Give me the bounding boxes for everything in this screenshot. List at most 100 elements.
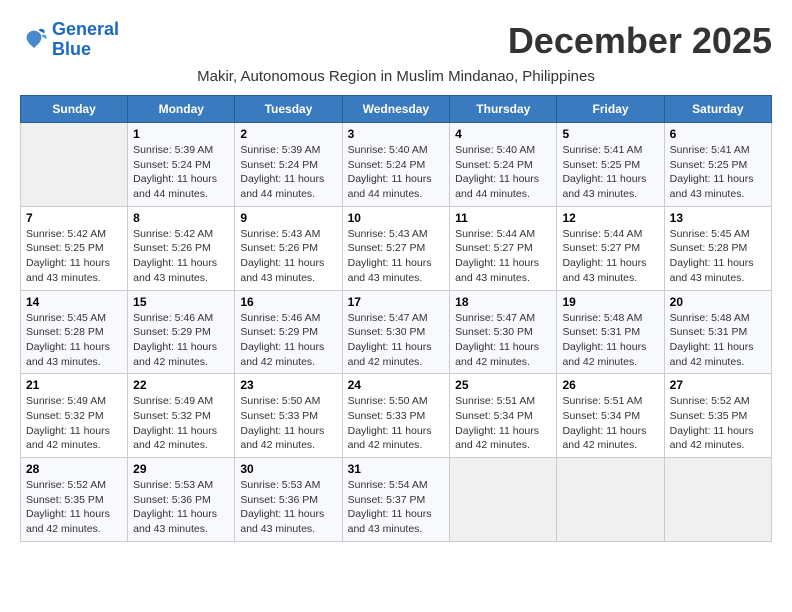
calendar-cell: 26Sunrise: 5:51 AMSunset: 5:34 PMDayligh… <box>557 374 664 458</box>
day-info: Sunrise: 5:50 AMSunset: 5:33 PMDaylight:… <box>348 394 445 453</box>
calendar-cell: 7Sunrise: 5:42 AMSunset: 5:25 PMDaylight… <box>21 206 128 290</box>
day-info: Sunrise: 5:44 AMSunset: 5:27 PMDaylight:… <box>562 227 658 286</box>
logo: General Blue <box>20 20 119 60</box>
day-info: Sunrise: 5:48 AMSunset: 5:31 PMDaylight:… <box>670 311 766 370</box>
calendar-cell: 18 Sunrise: 5:47 AMSunset: 5:30 PMDayligh… <box>450 290 557 374</box>
calendar-week-4: 21Sunrise: 5:49 AMSunset: 5:32 PMDayligh… <box>21 374 772 458</box>
calendar-cell: 16 Sunrise: 5:46 AMSunset: 5:29 PMDayligh… <box>235 290 342 374</box>
day-info: Sunrise: 5:53 AMSunset: 5:36 PMDaylight:… <box>133 478 229 537</box>
day-info: Sunrise: 5:42 AMSunset: 5:26 PMDaylight:… <box>133 227 229 286</box>
calendar-week-5: 28 Sunrise: 5:52 AMSunset: 5:35 PMDayligh… <box>21 458 772 542</box>
calendar-cell: 23 Sunrise: 5:50 AMSunset: 5:33 PMDayligh… <box>235 374 342 458</box>
calendar-cell: 27Sunrise: 5:52 AMSunset: 5:35 PMDayligh… <box>664 374 771 458</box>
calendar-cell: 14 Sunrise: 5:45 AMSunset: 5:28 PMDayligh… <box>21 290 128 374</box>
day-info: Sunrise: 5:47 AMSunset: 5:30 PMDaylight:… <box>348 311 445 370</box>
day-number: 19 <box>562 295 658 309</box>
calendar-cell: 12Sunrise: 5:44 AMSunset: 5:27 PMDayligh… <box>557 206 664 290</box>
header-day-saturday: Saturday <box>664 96 771 123</box>
day-number: 29 <box>133 462 229 476</box>
day-info: Sunrise: 5:52 AMSunset: 5:35 PMDaylight:… <box>26 478 122 537</box>
calendar-week-1: 1 Sunrise: 5:39 AMSunset: 5:24 PMDaylight… <box>21 123 772 207</box>
calendar-body: 1 Sunrise: 5:39 AMSunset: 5:24 PMDaylight… <box>21 123 772 542</box>
calendar-cell <box>664 458 771 542</box>
day-info: Sunrise: 5:50 AMSunset: 5:33 PMDaylight:… <box>240 394 336 453</box>
calendar-cell: 30Sunrise: 5:53 AMSunset: 5:36 PMDayligh… <box>235 458 342 542</box>
calendar-cell: 4 Sunrise: 5:40 AMSunset: 5:24 PMDaylight… <box>450 123 557 207</box>
header-day-tuesday: Tuesday <box>235 96 342 123</box>
calendar-week-3: 14 Sunrise: 5:45 AMSunset: 5:28 PMDayligh… <box>21 290 772 374</box>
day-info: Sunrise: 5:45 AMSunset: 5:28 PMDaylight:… <box>670 227 766 286</box>
day-info: Sunrise: 5:44 AMSunset: 5:27 PMDaylight:… <box>455 227 551 286</box>
day-info: Sunrise: 5:47 AMSunset: 5:30 PMDaylight:… <box>455 311 551 370</box>
day-number: 3 <box>348 127 445 141</box>
calendar-cell: 24 Sunrise: 5:50 AMSunset: 5:33 PMDayligh… <box>342 374 450 458</box>
calendar-cell: 28 Sunrise: 5:52 AMSunset: 5:35 PMDayligh… <box>21 458 128 542</box>
day-number: 1 <box>133 127 229 141</box>
day-number: 9 <box>240 211 336 225</box>
day-number: 2 <box>240 127 336 141</box>
header-day-thursday: Thursday <box>450 96 557 123</box>
day-number: 27 <box>670 378 766 392</box>
day-number: 5 <box>562 127 658 141</box>
day-number: 16 <box>240 295 336 309</box>
day-number: 6 <box>670 127 766 141</box>
day-number: 8 <box>133 211 229 225</box>
day-info: Sunrise: 5:49 AMSunset: 5:32 PMDaylight:… <box>26 394 122 453</box>
day-info: Sunrise: 5:51 AMSunset: 5:34 PMDaylight:… <box>562 394 658 453</box>
day-number: 14 <box>26 295 122 309</box>
day-number: 18 <box>455 295 551 309</box>
day-info: Sunrise: 5:46 AMSunset: 5:29 PMDaylight:… <box>240 311 336 370</box>
day-number: 7 <box>26 211 122 225</box>
day-info: Sunrise: 5:46 AMSunset: 5:29 PMDaylight:… <box>133 311 229 370</box>
day-number: 4 <box>455 127 551 141</box>
day-info: Sunrise: 5:40 AMSunset: 5:24 PMDaylight:… <box>348 143 445 202</box>
day-info: Sunrise: 5:41 AMSunset: 5:25 PMDaylight:… <box>562 143 658 202</box>
calendar-cell: 29 Sunrise: 5:53 AMSunset: 5:36 PMDayligh… <box>128 458 235 542</box>
calendar-cell: 2 Sunrise: 5:39 AMSunset: 5:24 PMDaylight… <box>235 123 342 207</box>
header-day-sunday: Sunday <box>21 96 128 123</box>
calendar-cell: 10Sunrise: 5:43 AMSunset: 5:27 PMDayligh… <box>342 206 450 290</box>
day-info: Sunrise: 5:49 AMSunset: 5:32 PMDaylight:… <box>133 394 229 453</box>
header-day-friday: Friday <box>557 96 664 123</box>
calendar-cell: 11 Sunrise: 5:44 AMSunset: 5:27 PMDayligh… <box>450 206 557 290</box>
day-info: Sunrise: 5:40 AMSunset: 5:24 PMDaylight:… <box>455 143 551 202</box>
calendar-cell: 6 Sunrise: 5:41 AMSunset: 5:25 PMDaylight… <box>664 123 771 207</box>
day-number: 28 <box>26 462 122 476</box>
calendar-cell: 8 Sunrise: 5:42 AMSunset: 5:26 PMDaylight… <box>128 206 235 290</box>
calendar-cell: 25Sunrise: 5:51 AMSunset: 5:34 PMDayligh… <box>450 374 557 458</box>
logo-icon <box>20 26 48 54</box>
calendar-cell <box>21 123 128 207</box>
day-number: 17 <box>348 295 445 309</box>
calendar-cell: 21Sunrise: 5:49 AMSunset: 5:32 PMDayligh… <box>21 374 128 458</box>
day-number: 30 <box>240 462 336 476</box>
day-info: Sunrise: 5:39 AMSunset: 5:24 PMDaylight:… <box>240 143 336 202</box>
calendar-cell <box>557 458 664 542</box>
day-info: Sunrise: 5:39 AMSunset: 5:24 PMDaylight:… <box>133 143 229 202</box>
page-header: General Blue December 2025 <box>20 20 772 62</box>
logo-line2: Blue <box>52 39 91 59</box>
header-row: SundayMondayTuesdayWednesdayThursdayFrid… <box>21 96 772 123</box>
header-day-wednesday: Wednesday <box>342 96 450 123</box>
calendar-cell: 20 Sunrise: 5:48 AMSunset: 5:31 PMDayligh… <box>664 290 771 374</box>
calendar-week-2: 7Sunrise: 5:42 AMSunset: 5:25 PMDaylight… <box>21 206 772 290</box>
day-info: Sunrise: 5:54 AMSunset: 5:37 PMDaylight:… <box>348 478 445 537</box>
day-number: 23 <box>240 378 336 392</box>
calendar-cell: 15Sunrise: 5:46 AMSunset: 5:29 PMDayligh… <box>128 290 235 374</box>
day-number: 11 <box>455 211 551 225</box>
calendar-table: SundayMondayTuesdayWednesdayThursdayFrid… <box>20 95 772 542</box>
day-number: 31 <box>348 462 445 476</box>
day-info: Sunrise: 5:45 AMSunset: 5:28 PMDaylight:… <box>26 311 122 370</box>
day-info: Sunrise: 5:43 AMSunset: 5:26 PMDaylight:… <box>240 227 336 286</box>
day-number: 22 <box>133 378 229 392</box>
subtitle: Makir, Autonomous Region in Muslim Minda… <box>20 68 772 85</box>
calendar-cell <box>450 458 557 542</box>
day-number: 20 <box>670 295 766 309</box>
calendar-cell: 22 Sunrise: 5:49 AMSunset: 5:32 PMDayligh… <box>128 374 235 458</box>
day-info: Sunrise: 5:43 AMSunset: 5:27 PMDaylight:… <box>348 227 445 286</box>
day-info: Sunrise: 5:41 AMSunset: 5:25 PMDaylight:… <box>670 143 766 202</box>
calendar-cell: 19Sunrise: 5:48 AMSunset: 5:31 PMDayligh… <box>557 290 664 374</box>
logo-text: General Blue <box>52 20 119 60</box>
logo-line1: General <box>52 19 119 39</box>
day-number: 24 <box>348 378 445 392</box>
calendar-cell: 5 Sunrise: 5:41 AMSunset: 5:25 PMDaylight… <box>557 123 664 207</box>
